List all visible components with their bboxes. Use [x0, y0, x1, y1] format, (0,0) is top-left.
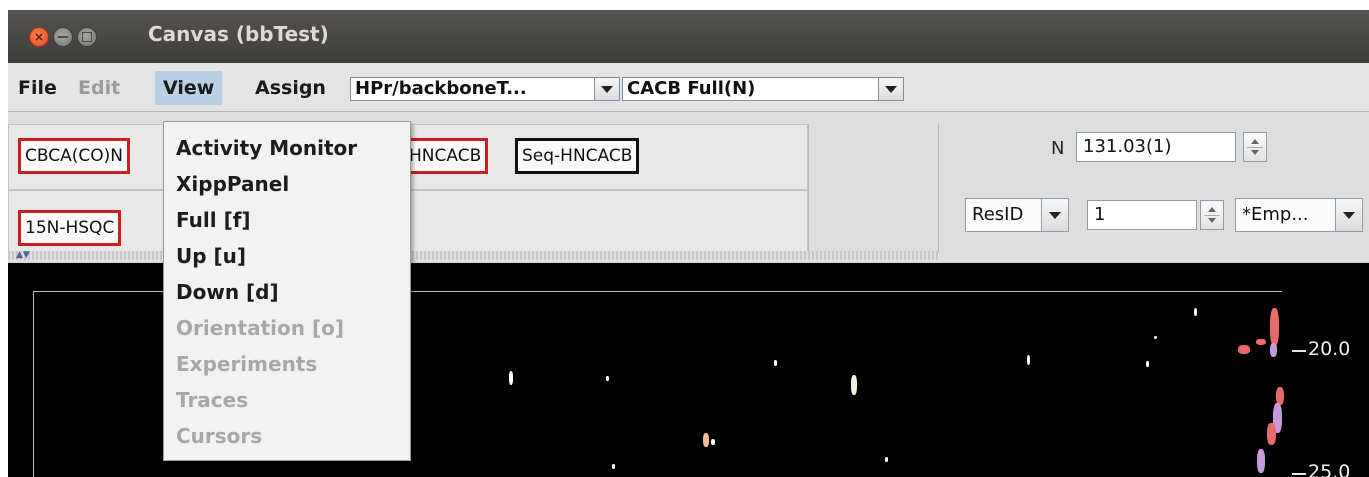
peak-marker: [1267, 423, 1276, 445]
peak-marker: [1270, 343, 1277, 357]
peak-marker: [1027, 355, 1030, 365]
split-pane-divider[interactable]: [8, 251, 938, 260]
chevron-down-icon: [1343, 212, 1355, 219]
canvas-window: × Canvas (bbTest) File Edit View Assign …: [8, 10, 1369, 477]
peak-marker: [851, 375, 857, 395]
peak-marker: [774, 360, 777, 366]
resid-combo-arrow[interactable]: [1041, 199, 1068, 231]
chevron-down-icon: [885, 86, 897, 93]
menu-item-cursors: Cursors: [176, 424, 263, 448]
axis-position-field[interactable]: 131.03(1): [1076, 132, 1236, 162]
menu-item-down[interactable]: Down [d]: [176, 280, 279, 304]
spinner-divider: [1247, 147, 1263, 148]
experiment-button-15n-hsqc[interactable]: 15N-HSQC: [18, 210, 122, 246]
peak-marker: [1194, 308, 1197, 316]
menu-assign[interactable]: Assign: [255, 71, 326, 105]
peak-marker: [509, 371, 513, 385]
experiment-button-seq-hncacb[interactable]: Seq-HNCACB: [515, 138, 640, 174]
empty-combo[interactable]: *Emp...: [1235, 198, 1363, 232]
chevron-down-icon: [601, 86, 613, 93]
peak-marker: [1154, 336, 1157, 339]
y-axis-tick-label: 25.0: [1308, 461, 1351, 477]
spinner-divider: [1204, 215, 1220, 216]
mode-combo[interactable]: CACB Full(N): [622, 77, 904, 101]
menu-item-xipp-panel[interactable]: XippPanel: [176, 172, 289, 196]
menu-item-orientation: Orientation [o]: [176, 316, 344, 340]
minimize-icon: [58, 36, 68, 38]
maximize-icon: [82, 32, 92, 42]
project-combo-value: HPr/backboneT...: [355, 78, 527, 99]
menu-file[interactable]: File: [18, 71, 57, 105]
menu-item-traces: Traces: [176, 388, 249, 412]
peak-marker: [1270, 308, 1279, 346]
resid-combo-value: ResID: [972, 204, 1024, 225]
experiment-button-cbcaconh[interactable]: CBCA(CO)N: [18, 138, 130, 174]
menu-item-full[interactable]: Full [f]: [176, 208, 251, 232]
spinner-down-icon: [1208, 218, 1216, 223]
peak-marker: [711, 439, 715, 445]
peak-marker: [885, 457, 888, 462]
spinner-down-icon: [1251, 150, 1259, 155]
project-combo[interactable]: HPr/backboneT...: [350, 77, 620, 101]
title-bar: × Canvas (bbTest): [8, 10, 1369, 64]
menu-bar: File Edit View Assign HPr/backboneT... C…: [8, 63, 1369, 112]
close-icon: ×: [33, 30, 45, 44]
window-title: Canvas (bbTest): [148, 22, 329, 46]
axis-label: N: [1051, 138, 1065, 159]
menu-item-activity-monitor[interactable]: Activity Monitor: [176, 136, 357, 160]
menu-item-experiments: Experiments: [176, 352, 318, 376]
resid-field[interactable]: 1: [1087, 200, 1197, 230]
peak-marker: [1257, 449, 1265, 473]
y-axis-tick: [1292, 473, 1306, 475]
toolbar-divider: [808, 124, 809, 252]
resid-spinner[interactable]: [1200, 200, 1224, 230]
spinner-up-icon: [1251, 139, 1259, 144]
view-menu-dropdown: Activity Monitor XippPanel Full [f] Up […: [163, 121, 411, 461]
empty-combo-value: *Emp...: [1242, 204, 1309, 225]
axis-position-spinner[interactable]: [1243, 132, 1267, 162]
peak-marker: [1256, 339, 1266, 345]
peak-marker: [1238, 345, 1250, 354]
mode-combo-arrow[interactable]: [878, 78, 903, 100]
close-window-button[interactable]: ×: [29, 27, 49, 47]
y-axis-tick: [1292, 350, 1306, 352]
y-axis-tick-label: 20.0: [1308, 338, 1351, 360]
toolbar-divider: [938, 124, 939, 252]
peak-marker: [703, 433, 709, 447]
peak-marker: [1146, 361, 1149, 367]
mode-combo-value: CACB Full(N): [627, 78, 756, 99]
menu-edit[interactable]: Edit: [78, 71, 120, 105]
empty-combo-arrow[interactable]: [1335, 199, 1362, 231]
resid-combo[interactable]: ResID: [965, 198, 1069, 232]
spinner-up-icon: [1208, 207, 1216, 212]
experiment-button-hncacb[interactable]: HNCACB: [402, 138, 489, 174]
project-combo-arrow[interactable]: [594, 78, 619, 100]
menu-view[interactable]: View: [155, 71, 223, 105]
maximize-window-button[interactable]: [77, 27, 97, 47]
peak-marker: [606, 376, 609, 381]
chevron-down-icon: [1049, 212, 1061, 219]
peak-marker: [612, 464, 615, 469]
menu-item-up[interactable]: Up [u]: [176, 244, 246, 268]
split-pane-arrows-icon[interactable]: ▲▼: [16, 251, 30, 260]
minimize-window-button[interactable]: [53, 27, 73, 47]
